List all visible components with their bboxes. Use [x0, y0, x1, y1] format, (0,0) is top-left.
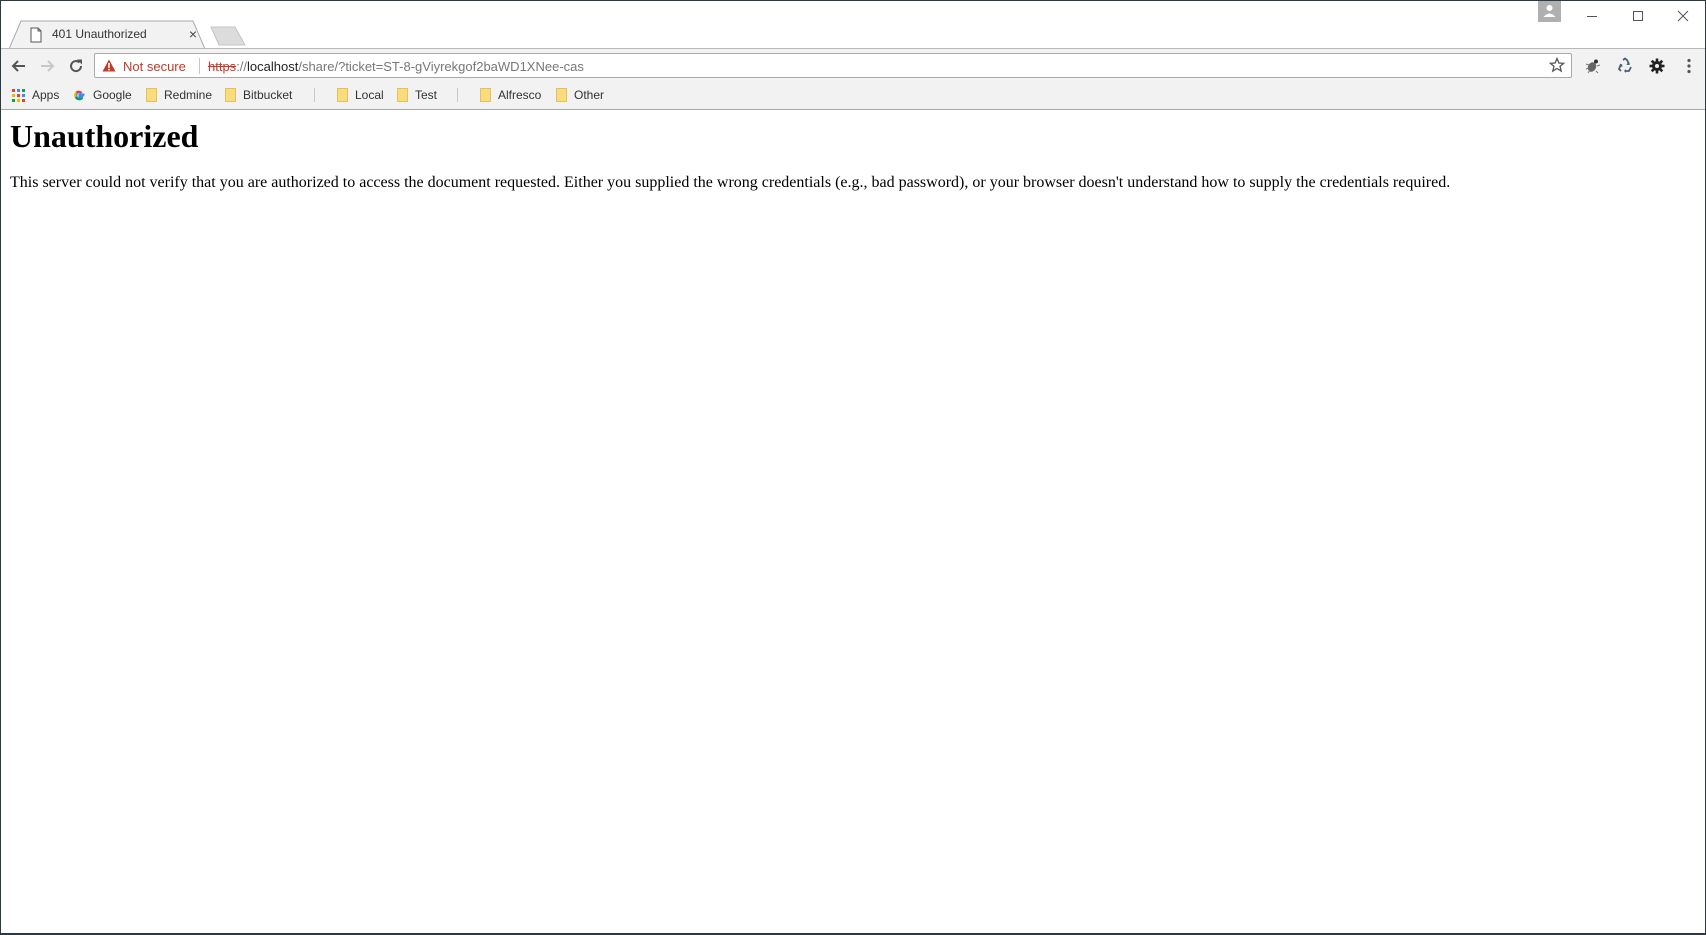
- recycle-icon: [1617, 57, 1632, 73]
- tab-strip: 401 Unauthorized ×: [1, 1, 1705, 49]
- url-separator: ://: [236, 59, 248, 74]
- url-text[interactable]: https://localhost/share/?ticket=ST-8-gVi…: [208, 59, 584, 74]
- omnibox-divider: [199, 58, 200, 74]
- forward-button[interactable]: [34, 53, 60, 79]
- person-icon: [1543, 5, 1556, 17]
- bookmark-label: Test: [415, 88, 438, 102]
- bookmark-separator: [457, 88, 458, 102]
- browser-menu-button[interactable]: [1677, 54, 1701, 78]
- extension-settings-button[interactable]: [1645, 54, 1669, 78]
- bookmark-bitbucket[interactable]: Bitbucket: [225, 86, 292, 104]
- folder-icon: [146, 88, 157, 102]
- error-message: This server could not verify that you ar…: [10, 174, 1451, 191]
- bookmarks-bar: Apps Google Redmine Bitbucket Local Test…: [1, 81, 1705, 110]
- back-arrow-icon: [11, 60, 25, 72]
- folder-icon: [397, 88, 408, 102]
- maximize-button[interactable]: [1621, 5, 1655, 27]
- apps-grid-icon: [12, 88, 25, 102]
- toolbar: Not secure https://localhost/share/?tick…: [1, 48, 1705, 82]
- security-status[interactable]: Not secure: [123, 59, 186, 74]
- page-heading: Unauthorized: [10, 118, 199, 154]
- page-content: Unauthorized This server could not verif…: [1, 110, 1705, 933]
- document-icon: [30, 27, 42, 43]
- bookmark-separator: [314, 88, 315, 102]
- tab-active[interactable]: 401 Unauthorized ×: [9, 20, 205, 49]
- browser-window: 401 Unauthorized × Not secure https://lo…: [1, 1, 1705, 933]
- folder-icon: [337, 88, 348, 102]
- folder-icon: [480, 88, 491, 102]
- address-bar[interactable]: Not secure https://localhost/share/?tick…: [94, 53, 1572, 78]
- reload-icon: [70, 59, 83, 73]
- folder-icon: [225, 88, 236, 102]
- maximize-icon: [1633, 11, 1643, 21]
- bookmark-label: Other: [574, 88, 605, 102]
- bookmark-label: Local: [355, 88, 384, 102]
- kebab-menu-icon: [1687, 58, 1691, 74]
- minimize-button[interactable]: [1575, 5, 1609, 27]
- bookmark-label: Bitbucket: [243, 88, 293, 102]
- gear-icon: [1649, 58, 1665, 74]
- tab-title: 401 Unauthorized: [52, 27, 147, 41]
- back-button[interactable]: [6, 53, 32, 79]
- bookmark-label: Alfresco: [498, 88, 542, 102]
- folder-icon: [556, 88, 567, 102]
- extension-bug-button[interactable]: [1581, 54, 1605, 78]
- bookmark-label: Redmine: [164, 88, 213, 102]
- reload-button[interactable]: [63, 53, 89, 79]
- url-scheme: https: [208, 59, 237, 74]
- tab-close-button[interactable]: ×: [185, 26, 201, 42]
- new-tab-button[interactable]: [209, 26, 247, 46]
- bookmark-other[interactable]: Other: [556, 86, 604, 104]
- bookmark-star-icon[interactable]: [1549, 57, 1565, 73]
- bug-icon: [1585, 59, 1601, 74]
- bookmark-label: Apps: [32, 88, 60, 102]
- bookmark-local[interactable]: Local: [337, 86, 384, 104]
- url-path: /share/?ticket=ST-8-gViyrekgof2baWD1XNee…: [298, 59, 584, 74]
- bookmark-google[interactable]: Google: [73, 86, 132, 104]
- close-icon: [1677, 10, 1689, 22]
- forward-arrow-icon: [41, 60, 55, 72]
- bookmark-redmine[interactable]: Redmine: [146, 86, 212, 104]
- extension-recycle-button[interactable]: [1613, 54, 1637, 78]
- bookmark-test[interactable]: Test: [397, 86, 437, 104]
- google-icon: [73, 89, 86, 102]
- minimize-icon: [1587, 16, 1597, 17]
- profile-avatar-button[interactable]: [1538, 1, 1561, 22]
- url-host: localhost: [247, 59, 299, 74]
- bookmark-label: Google: [93, 88, 132, 102]
- close-window-button[interactable]: [1666, 5, 1700, 27]
- bookmark-alfresco[interactable]: Alfresco: [480, 86, 541, 104]
- bookmark-apps[interactable]: Apps: [12, 86, 59, 104]
- warning-icon: [102, 59, 116, 72]
